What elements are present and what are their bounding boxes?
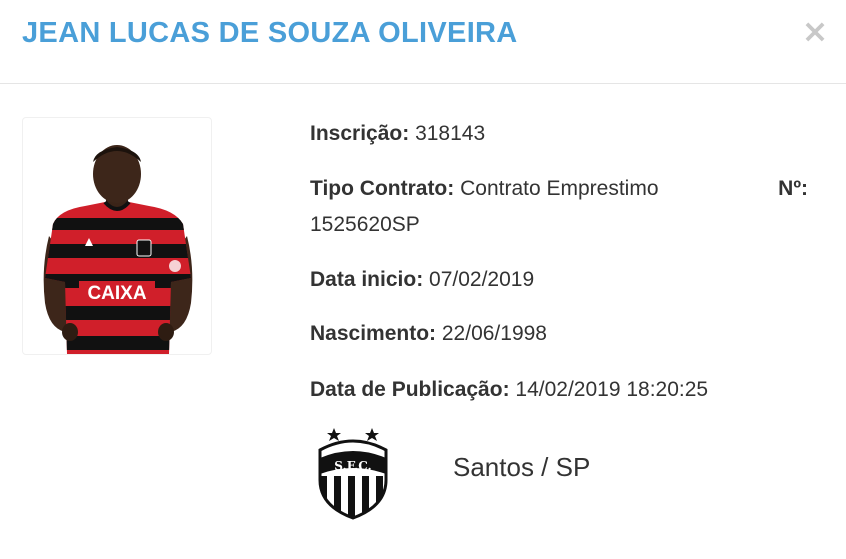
player-registration-modal: JEAN LUCAS DE SOUZA OLIVEIRA × CAIXA Ins…	[0, 0, 846, 559]
santos-crest-icon: S.F.C.	[308, 428, 398, 520]
tipo-contrato-row: Tipo Contrato: Contrato Emprestimo Nº:	[310, 173, 810, 205]
modal-header: JEAN LUCAS DE SOUZA OLIVEIRA ×	[0, 0, 846, 84]
numero-label: Nº:	[778, 177, 808, 200]
data-publicacao-label: Data de Publicação:	[310, 378, 510, 401]
data-inicio-label: Data inicio:	[310, 268, 424, 291]
player-photo: CAIXA	[22, 117, 212, 355]
nascimento-row: Nascimento: 22/06/1998	[310, 318, 547, 350]
close-icon: ×	[801, 12, 829, 50]
nascimento-value: 22/06/1998	[441, 322, 547, 345]
club-name: Santos / SP	[453, 452, 591, 482]
data-publicacao-value: 14/02/2019 18:20:25	[515, 378, 709, 401]
player-name-title: JEAN LUCAS DE SOUZA OLIVEIRA	[22, 17, 518, 49]
close-button[interactable]: ×	[800, 14, 830, 48]
numero-value: 1525620SP	[310, 213, 420, 236]
tipo-contrato-value: Contrato Emprestimo	[460, 177, 659, 200]
inscricao-label: Inscrição:	[310, 122, 410, 145]
numero-row: 1525620SP	[310, 209, 420, 241]
data-inicio-value: 07/02/2019	[429, 268, 535, 291]
jersey-sponsor-text: CAIXA	[87, 283, 146, 304]
player-photo-illustration: CAIXA	[43, 145, 193, 354]
nascimento-label: Nascimento:	[310, 322, 437, 345]
santos-crest-lettering: S.F.C.	[334, 459, 371, 473]
data-publicacao-row: Data de Publicação: 14/02/2019 18:20:25	[310, 374, 708, 406]
inscricao-value: 318143	[415, 122, 486, 145]
tipo-contrato-label: Tipo Contrato:	[310, 177, 455, 200]
data-inicio-row: Data inicio: 07/02/2019	[310, 264, 534, 296]
inscricao-row: Inscrição: 318143	[310, 118, 485, 150]
